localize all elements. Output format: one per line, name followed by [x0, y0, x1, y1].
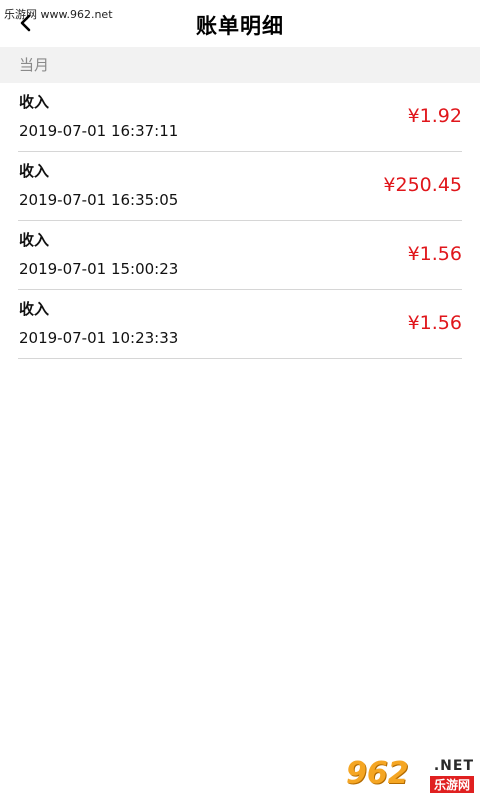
bill-amount: ¥1.92 [407, 105, 462, 127]
watermark-logo-cn: 乐游网 [429, 776, 474, 793]
bill-amount: ¥250.45 [383, 174, 462, 196]
list-item[interactable]: 收入 2019-07-01 16:37:11 ¥1.92 [18, 83, 462, 152]
list-item[interactable]: 收入 2019-07-01 15:00:23 ¥1.56 [18, 221, 462, 290]
bill-time: 2019-07-01 10:23:33 [19, 329, 179, 347]
bill-type: 收入 [19, 93, 50, 111]
app-header: 账单明细 [0, 0, 480, 48]
bill-type: 收入 [19, 231, 50, 249]
bill-amount: ¥1.56 [407, 243, 462, 265]
bill-time: 2019-07-01 15:00:23 [19, 260, 179, 278]
watermark-logo: 962 .NET 乐游网 [346, 754, 476, 796]
list-item[interactable]: 收入 2019-07-01 10:23:33 ¥1.56 [18, 290, 462, 359]
bill-type: 收入 [19, 162, 50, 180]
page-title: 账单明细 [196, 14, 284, 38]
watermark-logo-number: 962 [346, 756, 409, 791]
bill-time: 2019-07-01 16:35:05 [19, 191, 179, 209]
bill-time: 2019-07-01 16:37:11 [19, 122, 179, 140]
bill-list: 收入 2019-07-01 16:37:11 ¥1.92 收入 2019-07-… [18, 83, 462, 359]
section-header-current-month: 当月 [0, 47, 480, 83]
watermark-logo-net: .NET [433, 758, 474, 774]
list-item[interactable]: 收入 2019-07-01 16:35:05 ¥250.45 [18, 152, 462, 221]
bill-type: 收入 [19, 300, 50, 318]
bill-amount: ¥1.56 [407, 312, 462, 334]
